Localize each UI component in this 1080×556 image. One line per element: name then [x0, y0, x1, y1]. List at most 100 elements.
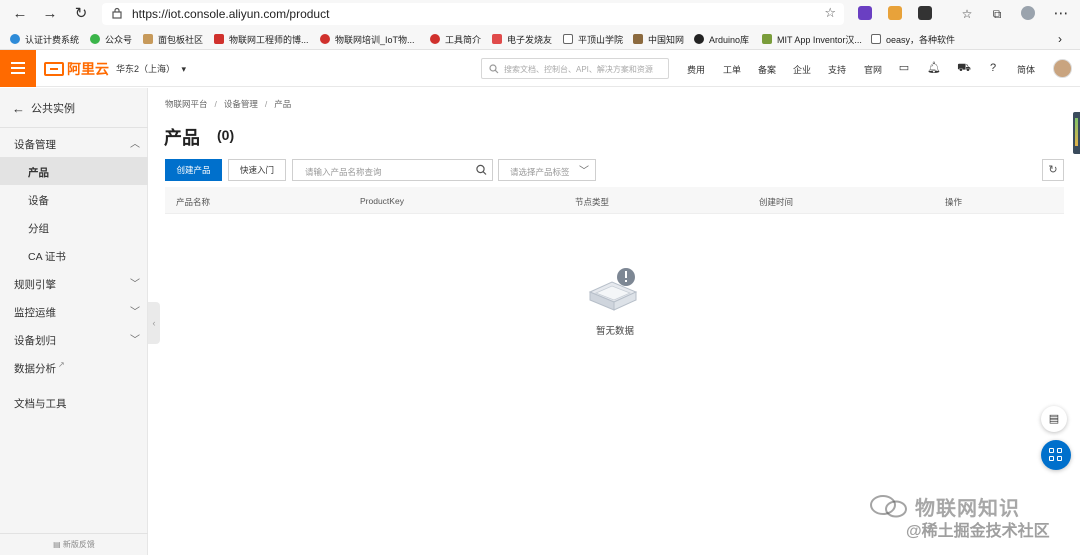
sidebar-item-group[interactable]: 分组	[0, 213, 148, 241]
bookmark[interactable]: 物联网工程师的博...	[214, 32, 309, 46]
language-switch[interactable]: 简体	[1017, 63, 1035, 76]
chevron-down-icon: ﹀	[130, 279, 140, 290]
apps-icon	[1049, 456, 1054, 461]
refresh-icon: ↻	[1048, 164, 1058, 176]
bookmark[interactable]: 认证计费系统	[10, 32, 79, 46]
back-to-instances[interactable]: ← 公共实例	[12, 100, 75, 116]
bell-icon[interactable]: 🔔︎	[927, 61, 941, 75]
avatar[interactable]	[1053, 59, 1072, 78]
logo-icon	[44, 62, 64, 76]
breadcrumb-separator: /	[214, 99, 217, 109]
reload-icon[interactable]: ↻	[71, 4, 91, 24]
browser-toolbar: ← → ↻ https://iot.console.aliyun.com/pro…	[0, 0, 1080, 28]
sidebar-item-data-analysis[interactable]: 数据分析 ↗	[0, 353, 148, 381]
apps-button[interactable]	[1041, 440, 1071, 470]
extension-icon[interactable]	[858, 6, 872, 20]
breadcrumb-item[interactable]: 物联网平台	[165, 99, 208, 109]
feedback-link[interactable]: ▤ 新版反馈	[0, 533, 148, 555]
refresh-button[interactable]: ↻	[1042, 159, 1064, 181]
page-title: 产品	[164, 128, 200, 148]
more-icon[interactable]: ⋯	[1051, 4, 1071, 24]
chevron-down-icon: ﹀	[130, 335, 140, 346]
favorites-icon[interactable]: ☆	[957, 4, 977, 24]
back-arrow-icon[interactable]: ←	[10, 4, 30, 24]
search-icon[interactable]	[475, 163, 487, 177]
sidebar-item-ca-cert[interactable]: CA 证书	[0, 241, 148, 269]
chevron-right-icon[interactable]: ›	[1058, 32, 1062, 46]
terminal-icon[interactable]: ▭	[897, 61, 911, 75]
bookmark[interactable]: 物联网培训_IoT物...	[320, 32, 415, 46]
aliyun-logo[interactable]: 阿里云	[44, 59, 109, 79]
nav-link-icp[interactable]: 备案	[758, 63, 776, 76]
star-icon[interactable]: ☆	[824, 5, 836, 21]
sidebar-item-device[interactable]: 设备	[0, 185, 148, 213]
bookmark[interactable]: 公众号	[90, 32, 132, 46]
collections-icon[interactable]: ⧉	[987, 4, 1007, 24]
breadcrumb-item[interactable]: 设备管理	[224, 99, 258, 109]
product-search-input[interactable]: 请输入产品名称查询	[292, 159, 493, 181]
menu-button[interactable]	[0, 50, 36, 87]
apps-icon	[1057, 448, 1062, 453]
address-bar[interactable]: https://iot.console.aliyun.com/product ☆	[102, 3, 844, 25]
sidebar-collapse-handle[interactable]: ‹	[148, 302, 160, 344]
bookmark-icon	[430, 34, 440, 44]
chat-icon: ▤	[1048, 413, 1060, 425]
feedback-icon: ▤	[53, 540, 63, 549]
profile-icon[interactable]	[1021, 6, 1035, 20]
sidebar-item-device-transfer[interactable]: 设备划归 ﹀	[0, 325, 148, 353]
create-product-button[interactable]: 创建产品	[165, 159, 222, 181]
wechat-logo-watermark	[870, 495, 907, 518]
sidebar-item-product[interactable]: 产品	[0, 157, 148, 185]
quick-start-button[interactable]: 快速入门	[228, 159, 286, 181]
chevron-down-icon: ﹀	[130, 307, 140, 318]
back-arrow-icon: ←	[12, 100, 25, 116]
lock-icon	[112, 7, 122, 19]
table-header: 产品名称 ProductKey 节点类型 创建时间 操作	[165, 187, 1064, 214]
cart-icon[interactable]: ⛟	[957, 61, 971, 75]
empty-box-icon	[588, 268, 638, 311]
nav-link-billing[interactable]: 费用	[687, 63, 705, 76]
side-widget-tab[interactable]	[1073, 112, 1080, 154]
nav-link-enterprise[interactable]: 企业	[793, 63, 811, 76]
region-selector[interactable]: 华东2（上海） ▾	[116, 62, 186, 75]
divider	[0, 127, 148, 128]
sidebar-item-device-management[interactable]: 设备管理 ︿	[0, 129, 148, 157]
extension-icon[interactable]	[888, 6, 902, 20]
column-header: ProductKey	[360, 196, 404, 206]
bookmark[interactable]: MIT App Inventor汉...	[762, 32, 862, 46]
bookmark[interactable]: oeasy，各种软件	[871, 32, 955, 46]
apps-icon	[1057, 456, 1062, 461]
bookmark[interactable]: 中国知网	[633, 32, 684, 46]
bookmark[interactable]: Arduino库	[694, 32, 749, 46]
nav-link-tickets[interactable]: 工单	[723, 63, 741, 76]
help-icon[interactable]: ?	[986, 61, 1000, 75]
forward-arrow-icon[interactable]: →	[40, 4, 60, 24]
external-link-icon: ↗	[58, 360, 65, 369]
bookmark-icon	[143, 34, 153, 44]
caret-down-icon: ▾	[181, 64, 187, 74]
bookmark-icon	[871, 34, 881, 44]
product-tag-select[interactable]: 请选择产品标签 ﹀	[498, 159, 596, 181]
chat-button[interactable]: ▤	[1041, 406, 1067, 432]
chevron-down-icon: ﹀	[579, 166, 589, 177]
hamburger-icon	[11, 67, 25, 69]
global-search-input[interactable]: 搜索文档、控制台、API、解决方案和资源	[481, 58, 669, 79]
extension-icon[interactable]	[918, 6, 932, 20]
bookmark-icon	[762, 34, 772, 44]
nav-link-support[interactable]: 支持	[828, 63, 846, 76]
bookmark-icon	[633, 34, 643, 44]
chevron-up-icon: ︿	[130, 139, 140, 150]
sidebar-item-rule-engine[interactable]: 规则引擎 ﹀	[0, 269, 148, 297]
sidebar-item-monitoring[interactable]: 监控运维 ﹀	[0, 297, 148, 325]
nav-link-official-site[interactable]: 官网	[864, 63, 882, 76]
bookmark-icon	[563, 34, 573, 44]
bookmark[interactable]: 工具简介	[430, 32, 481, 46]
bookmark-icon	[10, 34, 20, 44]
bookmark[interactable]: 平顶山学院	[563, 32, 623, 46]
breadcrumb-separator: /	[264, 99, 268, 109]
chevron-left-icon: ‹	[152, 318, 156, 328]
bookmark[interactable]: 电子发烧友	[492, 32, 552, 46]
sidebar-item-docs-tools[interactable]: 文档与工具	[0, 388, 148, 416]
bookmark[interactable]: 面包板社区	[143, 32, 203, 46]
column-header: 节点类型	[575, 197, 610, 207]
